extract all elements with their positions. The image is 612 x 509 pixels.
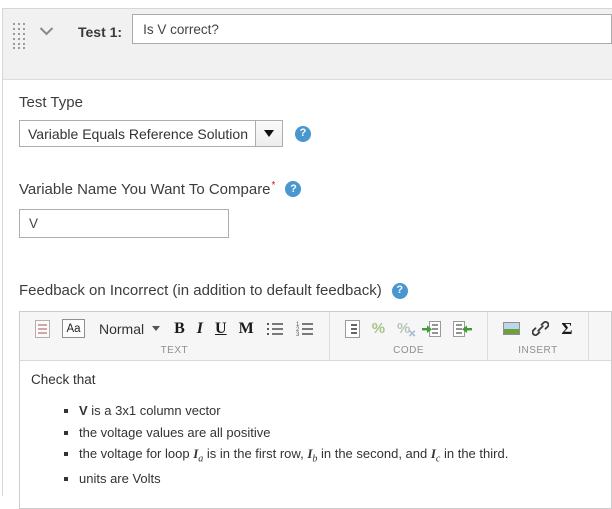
insert-link-icon[interactable] bbox=[532, 320, 549, 337]
variable-name-label: Variable Name You Want To Compare* bbox=[19, 180, 275, 198]
insert-equation-button[interactable]: Σ bbox=[561, 319, 572, 339]
test-type-label: Test Type bbox=[19, 94, 612, 111]
editor-toolbar: Aa Normal B I U M bbox=[20, 312, 611, 361]
comment-button[interactable]: % bbox=[372, 320, 385, 337]
outdent-button[interactable] bbox=[453, 320, 472, 338]
toolbar-group-code: % %✕ bbox=[330, 312, 489, 360]
indent-button[interactable] bbox=[422, 320, 441, 338]
test-title-input[interactable] bbox=[132, 14, 612, 44]
feedback-bullet-item: the voltage for loop Ia is in the first … bbox=[79, 445, 601, 466]
feedback-intro-text: Check that bbox=[31, 372, 601, 387]
feedback-label: Feedback on Incorrect (in addition to de… bbox=[19, 282, 382, 299]
italic-button[interactable]: I bbox=[197, 320, 203, 338]
chevron-down-icon bbox=[152, 326, 160, 331]
drag-handle-icon[interactable] bbox=[13, 23, 25, 49]
test-header-bar: Test 1: bbox=[3, 9, 612, 80]
monospace-button[interactable]: M bbox=[239, 320, 254, 338]
collapse-chevron-icon[interactable] bbox=[39, 27, 54, 36]
feedback-bullet-item: V is a 3x1 column vector bbox=[79, 402, 601, 420]
feedback-editor-content[interactable]: Check that V is a 3x1 column vector the v… bbox=[20, 361, 611, 508]
variable-name-label-row: Variable Name You Want To Compare* ? bbox=[19, 180, 612, 198]
paragraph-style-dropdown[interactable]: Normal bbox=[99, 321, 160, 337]
insert-image-icon[interactable] bbox=[503, 322, 520, 335]
numbered-list-button[interactable]: 123 bbox=[296, 321, 314, 336]
feedback-bullet-item: units are Volts bbox=[79, 470, 601, 488]
toolbar-caption-code: CODE bbox=[330, 345, 488, 360]
svg-text:3: 3 bbox=[296, 332, 300, 336]
feedback-editor: Aa Normal B I U M bbox=[19, 311, 612, 509]
required-asterisk: * bbox=[272, 180, 276, 191]
help-icon[interactable]: ? bbox=[392, 283, 408, 299]
dropdown-arrow-icon[interactable] bbox=[255, 121, 282, 146]
test-type-selected-value: Variable Equals Reference Solution bbox=[20, 121, 255, 146]
underline-button[interactable]: U bbox=[215, 320, 227, 338]
paragraph-style-value: Normal bbox=[99, 321, 144, 337]
test-panel: Test 1: Test Type Variable Equals Refere… bbox=[2, 8, 612, 496]
test-body: Test Type Variable Equals Reference Solu… bbox=[3, 80, 612, 509]
toolbar-caption-insert: INSERT bbox=[488, 345, 587, 360]
code-block-icon[interactable] bbox=[345, 320, 360, 338]
toolbar-caption-text: TEXT bbox=[20, 345, 329, 360]
feedback-label-row: Feedback on Incorrect (in addition to de… bbox=[19, 282, 612, 299]
test-number-label: Test 1: bbox=[78, 24, 122, 40]
toolbar-group-text: Aa Normal B I U M bbox=[20, 312, 330, 360]
test-type-select[interactable]: Variable Equals Reference Solution bbox=[19, 120, 283, 147]
variable-name-input[interactable] bbox=[19, 209, 229, 238]
toolbar-group-insert: Σ INSERT bbox=[488, 312, 588, 360]
bullet-list-button[interactable] bbox=[266, 321, 284, 336]
x-mark-icon: ✕ bbox=[408, 329, 416, 340]
font-style-button[interactable]: Aa bbox=[62, 319, 85, 338]
uncomment-button[interactable]: %✕ bbox=[397, 320, 410, 337]
document-view-icon[interactable] bbox=[35, 320, 50, 338]
help-icon[interactable]: ? bbox=[285, 181, 301, 197]
bold-button[interactable]: B bbox=[174, 320, 185, 338]
feedback-bullet-list: V is a 3x1 column vector the voltage valu… bbox=[31, 402, 601, 488]
help-icon[interactable]: ? bbox=[295, 126, 311, 142]
feedback-bullet-item: the voltage values are all positive bbox=[79, 424, 601, 442]
toolbar-spacer bbox=[589, 312, 611, 360]
